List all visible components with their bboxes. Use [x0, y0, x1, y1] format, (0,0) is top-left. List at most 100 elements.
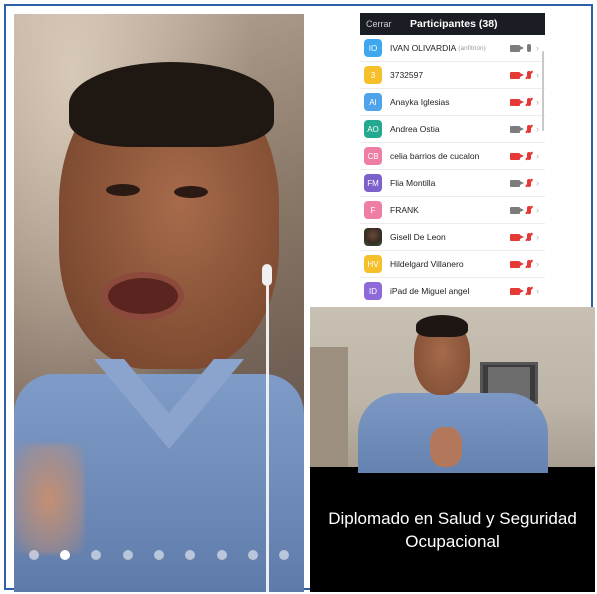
caption-line-2: Ocupacional	[405, 532, 500, 551]
participant-name: Hildelgard Villanero	[390, 259, 464, 269]
chevron-right-icon[interactable]: ›	[536, 286, 539, 296]
video-camera-off-icon	[510, 152, 524, 160]
chevron-right-icon[interactable]: ›	[536, 97, 539, 107]
microphone-muted-icon	[527, 206, 531, 214]
participant-name: IVAN OLIVARDIA	[390, 43, 457, 53]
participant-status-icons: ›	[510, 43, 539, 53]
earbud	[262, 264, 272, 286]
page-dot-5[interactable]	[153, 550, 164, 560]
presentation-caption: Diplomado en Salud y Seguridad Ocupacion…	[310, 507, 595, 553]
active-speaker-video[interactable]	[14, 14, 304, 592]
participant-avatar: F	[364, 201, 382, 219]
earbud-cable	[266, 284, 269, 592]
participant-name: iPad de Miguel angel	[390, 286, 470, 296]
participants-list[interactable]: IO IVAN OLIVARDIA (anfitrión) › 3 3732597 › AI A…	[360, 35, 545, 303]
doorway	[310, 347, 348, 467]
participant-status-icons: ›	[510, 151, 539, 161]
chevron-right-icon[interactable]: ›	[536, 232, 539, 242]
participant-name: FRANK	[390, 205, 419, 215]
participant-avatar: AI	[364, 93, 382, 111]
participant-row[interactable]: Gisell De Leon ›	[360, 224, 545, 251]
participant-status-icons: ›	[510, 70, 539, 80]
video-camera-off-icon	[510, 98, 524, 106]
video-camera-off-icon	[510, 71, 524, 79]
participants-panel: Cerrar Participantes (38) IO IVAN OLIVARD…	[360, 13, 545, 303]
page-dot-2[interactable]	[59, 550, 70, 560]
chevron-right-icon[interactable]: ›	[536, 205, 539, 215]
chevron-right-icon[interactable]: ›	[536, 43, 539, 53]
participant-status-icons: ›	[510, 259, 539, 269]
speaker-mouth	[102, 272, 184, 320]
speaker-left-eye	[106, 184, 140, 196]
participant-avatar: HV	[364, 255, 382, 273]
close-button[interactable]: Cerrar	[366, 19, 392, 29]
chevron-right-icon[interactable]: ›	[536, 70, 539, 80]
video-camera-icon	[510, 125, 524, 133]
video-camera-off-icon	[510, 287, 524, 295]
microphone-icon	[527, 44, 531, 52]
page-dot-7[interactable]	[216, 550, 227, 560]
participant-name: Andrea Ostia	[390, 124, 440, 134]
page-indicator[interactable]	[14, 548, 304, 562]
secondary-video[interactable]: Diplomado en Salud y Seguridad Ocupacion…	[310, 307, 595, 592]
participant-name: 3732597	[390, 70, 424, 80]
participant-row[interactable]: FM Flia Montilla ›	[360, 170, 545, 197]
participant-avatar: IO	[364, 39, 382, 57]
participant-status-icons: ›	[510, 232, 539, 242]
host-tag: (anfitrión)	[458, 44, 486, 52]
participant-avatar: AO	[364, 120, 382, 138]
video-camera-off-icon	[510, 233, 524, 241]
scrollbar[interactable]	[542, 51, 544, 131]
video-camera-icon	[510, 179, 524, 187]
participants-title: Participantes (38)	[410, 18, 498, 30]
microphone-muted-icon	[527, 98, 531, 106]
video-camera-off-icon	[510, 260, 524, 268]
participant-status-icons: ›	[510, 178, 539, 188]
participant-name: Gisell De Leon	[390, 232, 446, 242]
page-dot-1[interactable]	[28, 550, 39, 560]
participant-name: Anayka Iglesias	[390, 97, 450, 107]
participant-avatar: ID	[364, 282, 382, 300]
video-camera-icon	[510, 44, 524, 52]
participant-row[interactable]: IO IVAN OLIVARDIA (anfitrión) ›	[360, 35, 545, 62]
microphone-muted-icon	[527, 287, 531, 295]
presenter-hands	[430, 427, 462, 467]
participant-name: celia barrios de cucalon	[390, 151, 480, 161]
chevron-right-icon[interactable]: ›	[536, 178, 539, 188]
participant-status-icons: ›	[510, 205, 539, 215]
participants-header: Cerrar Participantes (38)	[360, 13, 545, 35]
participant-row[interactable]: CB celia barrios de cucalon ›	[360, 143, 545, 170]
participant-row[interactable]: AO Andrea Ostia ›	[360, 116, 545, 143]
caption-line-1: Diplomado en Salud y Seguridad	[328, 509, 577, 528]
participant-row[interactable]: ID iPad de Miguel angel ›	[360, 278, 545, 303]
microphone-muted-icon	[527, 179, 531, 187]
participant-avatar: 3	[364, 66, 382, 84]
microphone-muted-icon	[527, 152, 531, 160]
page-dot-3[interactable]	[91, 550, 102, 560]
participant-row[interactable]: AI Anayka Iglesias ›	[360, 89, 545, 116]
speaker-hair	[69, 62, 274, 147]
chevron-right-icon[interactable]: ›	[536, 124, 539, 134]
participant-row[interactable]: F FRANK ›	[360, 197, 545, 224]
speaker-hand	[14, 444, 84, 554]
microphone-muted-icon	[527, 233, 531, 241]
participant-row[interactable]: 3 3732597 ›	[360, 62, 545, 89]
participant-avatar	[364, 228, 382, 246]
page-dot-4[interactable]	[122, 550, 133, 560]
page-dot-6[interactable]	[185, 550, 196, 560]
chevron-right-icon[interactable]: ›	[536, 259, 539, 269]
participant-status-icons: ›	[510, 124, 539, 134]
participant-row[interactable]: HV Hildelgard Villanero ›	[360, 251, 545, 278]
participant-status-icons: ›	[510, 286, 539, 296]
microphone-muted-icon	[527, 125, 531, 133]
page-dot-9[interactable]	[279, 550, 290, 560]
video-camera-icon	[510, 206, 524, 214]
participant-avatar: FM	[364, 174, 382, 192]
microphone-muted-icon	[527, 260, 531, 268]
page-dot-8[interactable]	[247, 550, 258, 560]
microphone-muted-icon	[527, 71, 531, 79]
chevron-right-icon[interactable]: ›	[536, 151, 539, 161]
participant-avatar: CB	[364, 147, 382, 165]
participant-name: Flia Montilla	[390, 178, 436, 188]
speaker-right-eye	[174, 186, 208, 198]
